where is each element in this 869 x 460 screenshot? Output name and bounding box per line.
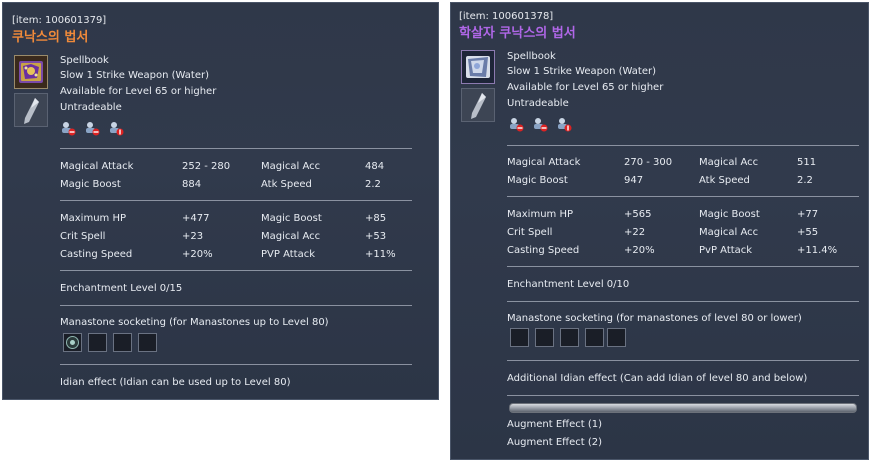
enchant-level: Enchantment Level 0/15 — [60, 283, 183, 294]
stat-value: +565 — [624, 209, 652, 220]
stat-label: Maximum HP — [507, 209, 574, 220]
divider — [60, 364, 412, 365]
item-id: [item: 100601378] — [459, 11, 554, 22]
stat-label: Magical Attack — [60, 161, 134, 172]
stat-value: +20% — [182, 249, 213, 260]
stat-label: Magical Acc — [261, 231, 321, 242]
no-store-icon — [510, 118, 524, 132]
trade-line: Untradeable — [507, 98, 569, 109]
manastone-socket[interactable] — [510, 328, 529, 347]
item-tooltip-left: [item: 100601379] 쿠낙스의 법서 Spellbook Slow… — [2, 2, 439, 400]
item-name: 학살자 쿠낙스의 법서 — [459, 26, 576, 41]
stat-label: Crit Spell — [60, 231, 106, 242]
stat-value: 511 — [797, 157, 817, 168]
stat-label: Casting Speed — [507, 245, 580, 256]
manastone-socket[interactable] — [113, 333, 132, 352]
item-type: Spellbook — [507, 51, 556, 62]
level-line: Available for Level 65 or higher — [60, 86, 217, 97]
manastone-socket[interactable] — [585, 328, 604, 347]
spellbook-icon — [461, 50, 495, 84]
manastone-slot-icon — [461, 88, 495, 122]
stat-label: Magic Boost — [699, 209, 760, 220]
divider — [507, 196, 859, 197]
stat-label: Magical Acc — [699, 227, 759, 238]
stat-value: 2.2 — [797, 175, 813, 186]
idian-effect: Idian effect (Idian can be used up to Le… — [60, 377, 291, 388]
manastone-socket[interactable] — [88, 333, 107, 352]
no-account-icon — [110, 122, 124, 136]
stat-label: Magic Boost — [60, 179, 121, 190]
manastone-socket[interactable] — [138, 333, 157, 352]
stat-label: PVP Attack — [261, 249, 316, 260]
divider — [60, 270, 412, 271]
stat-label: Crit Spell — [507, 227, 553, 238]
stat-label: Magical Attack — [507, 157, 581, 168]
stat-label: Atk Speed — [699, 175, 750, 186]
item-id: [item: 100601379] — [12, 15, 107, 26]
idian-effect: Additional Idian effect (Can add Idian o… — [507, 373, 808, 384]
stat-label: PvP Attack — [699, 245, 753, 256]
augment-effect-2: Augment Effect (2) — [507, 437, 602, 448]
stat-value: 252 - 280 — [182, 161, 231, 172]
stat-value: 947 — [624, 175, 644, 186]
enchant-level: Enchantment Level 0/10 — [507, 279, 630, 290]
manastone-socketing: Manastone socketing (for manastones of l… — [507, 313, 802, 324]
no-trade-icon — [534, 118, 548, 132]
manastone-socket[interactable] — [535, 328, 554, 347]
divider — [507, 395, 859, 396]
manastone-socket[interactable] — [607, 328, 626, 347]
stat-value: 484 — [365, 161, 385, 172]
stat-value: +11.4% — [797, 245, 838, 256]
stat-value: +53 — [365, 231, 387, 242]
stat-value: +55 — [797, 227, 819, 238]
item-tooltip-right: [item: 100601378] 학살자 쿠낙스의 법서 Spellbook … — [450, 2, 869, 460]
stat-label: Casting Speed — [60, 249, 133, 260]
divider — [60, 148, 412, 149]
manastone-socket[interactable] — [560, 328, 579, 347]
stat-value: +11% — [365, 249, 396, 260]
stat-value: 270 - 300 — [624, 157, 673, 168]
divider — [507, 145, 859, 146]
manastone-socket-filled[interactable] — [63, 333, 82, 352]
divider — [507, 360, 859, 361]
no-account-icon — [558, 118, 572, 132]
stat-value: +477 — [182, 213, 210, 224]
stat-value: +20% — [624, 245, 655, 256]
no-store-icon — [62, 122, 76, 136]
stat-label: Magic Boost — [507, 175, 568, 186]
item-name: 쿠낙스의 법서 — [12, 30, 89, 45]
weapon-line: Slow 1 Strike Weapon (Water) — [507, 66, 656, 77]
stat-label: Magical Acc — [261, 161, 321, 172]
no-trade-icon — [86, 122, 100, 136]
stat-value: +77 — [797, 209, 819, 220]
stat-label: Magic Boost — [261, 213, 322, 224]
level-line: Available for Level 65 or higher — [507, 82, 664, 93]
manastone-slot-icon — [14, 93, 48, 127]
manastone-socketing: Manastone socketing (for Manastones up t… — [60, 317, 329, 328]
augment-effect-1: Augment Effect (1) — [507, 419, 602, 430]
divider — [60, 200, 412, 201]
idian-slot-bar[interactable] — [509, 403, 857, 413]
item-type: Spellbook — [60, 55, 109, 66]
stat-label: Magical Acc — [699, 157, 759, 168]
divider — [507, 266, 859, 267]
divider — [60, 305, 412, 306]
stat-value: +85 — [365, 213, 387, 224]
stat-label: Atk Speed — [261, 179, 312, 190]
stat-value: +22 — [624, 227, 646, 238]
stat-value: 884 — [182, 179, 202, 190]
stat-label: Maximum HP — [60, 213, 127, 224]
spellbook-icon — [14, 55, 48, 89]
weapon-line: Slow 1 Strike Weapon (Water) — [60, 70, 209, 81]
divider — [507, 301, 859, 302]
stat-value: 2.2 — [365, 179, 381, 190]
stat-value: +23 — [182, 231, 204, 242]
trade-line: Untradeable — [60, 102, 122, 113]
